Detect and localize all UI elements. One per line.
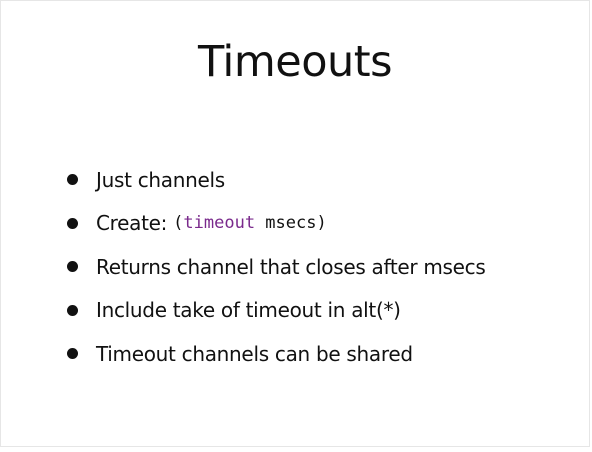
code-close-paren: ) — [316, 213, 327, 234]
code-keyword: timeout — [183, 213, 256, 234]
code-snippet: (timeout msecs) — [173, 213, 327, 233]
code-argument: msecs — [255, 213, 317, 234]
bullet-item-shared: Timeout channels can be shared — [67, 332, 486, 376]
bullet-item-include-take: Include take of timeout in alt(*) — [67, 289, 486, 333]
slide-title: Timeouts — [197, 37, 393, 87]
bullet-dot-icon — [67, 217, 78, 229]
bullet-text: Include take of timeout in alt(*) — [96, 298, 401, 323]
bullet-dot-icon — [67, 261, 78, 273]
bullet-list: Just channels Create: (timeout msecs) Re… — [67, 158, 486, 376]
slide: Timeouts Just channels Create: (timeout … — [0, 0, 590, 447]
bullet-dot-icon — [67, 348, 78, 360]
code-open-paren: ( — [173, 213, 184, 234]
bullet-text: Just channels — [96, 167, 225, 192]
bullet-item-just-channels: Just channels — [67, 158, 486, 202]
bullet-text: Create: — [96, 211, 174, 236]
bullet-item-create: Create: (timeout msecs) — [67, 202, 486, 246]
bullet-text: Returns channel that closes after msecs — [96, 254, 486, 279]
bullet-dot-icon — [67, 174, 78, 186]
bullet-text: Timeout channels can be shared — [96, 341, 413, 366]
bullet-dot-icon — [67, 304, 78, 316]
bullet-item-returns-channel: Returns channel that closes after msecs — [67, 245, 486, 289]
